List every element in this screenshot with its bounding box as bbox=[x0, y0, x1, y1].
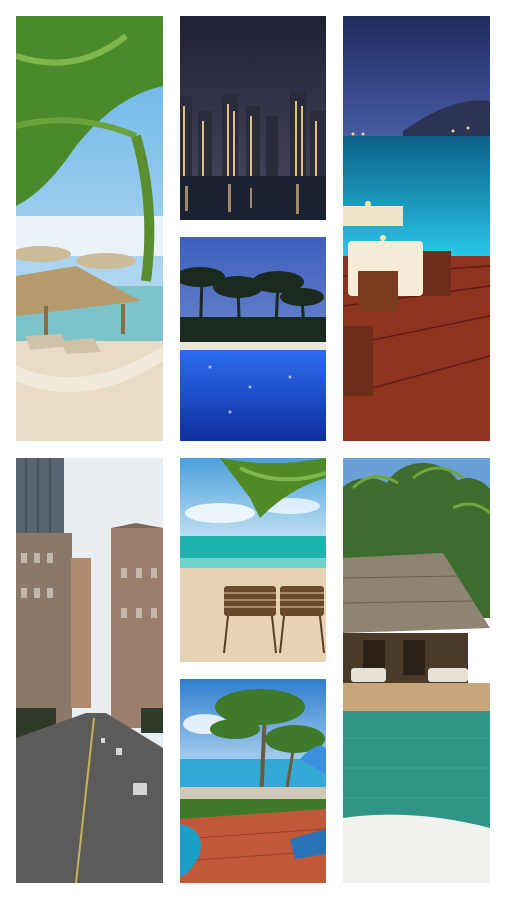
beach-lounge-chairs-photo[interactable] bbox=[180, 458, 326, 662]
bungalow-pool-tropical-photo[interactable] bbox=[343, 458, 490, 883]
tropical-pool-terrace-photo[interactable] bbox=[180, 679, 326, 883]
beach-lounge-chairs-image bbox=[180, 458, 326, 662]
city-skyline-night-image bbox=[180, 16, 326, 220]
resort-pool-palms-night-image bbox=[180, 237, 326, 441]
resort-deck-dining-night-image bbox=[343, 16, 490, 441]
city-skyline-night-photo[interactable] bbox=[180, 16, 326, 220]
tropical-pool-terrace-image bbox=[180, 679, 326, 883]
bungalow-pool-tropical-image bbox=[343, 458, 490, 883]
beach-hammock-palm-image bbox=[16, 16, 163, 441]
beach-hammock-palm-photo[interactable] bbox=[16, 16, 163, 441]
city-street-highrise-photo[interactable] bbox=[16, 458, 163, 883]
resort-deck-dining-night-photo[interactable] bbox=[343, 16, 490, 441]
city-street-highrise-image bbox=[16, 458, 163, 883]
resort-pool-palms-night-photo[interactable] bbox=[180, 237, 326, 441]
